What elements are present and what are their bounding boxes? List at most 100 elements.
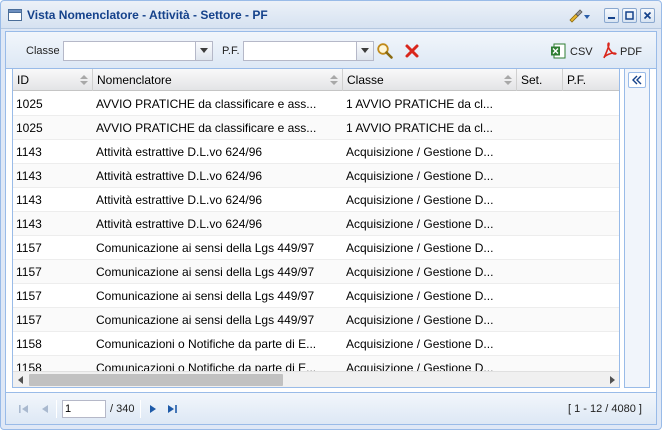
sort-icon [80, 75, 88, 85]
table-row[interactable]: 1143 Attività estrattive D.L.vo 624/96 Acq… [13, 140, 619, 164]
cell-id: 1143 [16, 193, 42, 207]
sort-icon [330, 75, 338, 85]
minimize-button[interactable] [604, 8, 619, 23]
cell-pf [563, 236, 619, 260]
cell-classe: Acquisizione / Gestione D... [346, 313, 494, 327]
cell-pf [563, 308, 619, 332]
title-bar[interactable]: Vista Nomenclatore - Attività - Settore … [1, 1, 661, 29]
table-row[interactable]: 1143 Attività estrattive D.L.vo 624/96 Acq… [13, 188, 619, 212]
cell-nomenclatore: Comunicazione ai sensi della Lgs 449/97 [96, 265, 315, 279]
cell-pf [563, 116, 619, 140]
paging-summary: [ 1 - 12 / 4080 ] [568, 403, 642, 415]
scroll-right-icon[interactable] [607, 375, 617, 385]
pf-combo[interactable] [243, 41, 374, 61]
scrollbar-thumb[interactable] [29, 374, 283, 386]
cell-id: 1158 [16, 337, 42, 351]
sort-icon [504, 75, 512, 85]
first-page-icon[interactable] [18, 403, 30, 415]
scroll-left-icon[interactable] [16, 375, 26, 385]
column-header-classe[interactable]: Classe [343, 69, 517, 91]
search-icon[interactable] [376, 42, 394, 60]
cell-nomenclatore: AVVIO PRATICHE da classificare e ass... [96, 121, 317, 135]
column-header-set[interactable]: Set. [517, 69, 563, 91]
brush-tool-icon[interactable] [567, 7, 591, 24]
cell-classe: Acquisizione / Gestione D... [346, 217, 494, 231]
previous-page-icon[interactable] [39, 403, 51, 415]
cell-classe: Acquisizione / Gestione D... [346, 241, 494, 255]
collapsed-side-panel [624, 68, 650, 388]
cell-classe: 1 AVVIO PRATICHE da cl... [346, 97, 493, 111]
last-page-icon[interactable] [166, 403, 178, 415]
excel-icon[interactable] [550, 43, 566, 59]
cell-set [517, 236, 563, 260]
close-icon [643, 11, 652, 20]
maximize-button[interactable] [622, 8, 637, 23]
cell-set [517, 332, 563, 356]
window: Vista Nomenclatore - Attività - Settore … [0, 0, 662, 430]
cell-set [517, 92, 563, 116]
cell-id: 1157 [16, 265, 42, 279]
table-row[interactable]: 1157 Comunicazione ai sensi della Lgs 449… [13, 308, 619, 332]
cell-set [517, 164, 563, 188]
cell-pf [563, 164, 619, 188]
pf-dropdown-trigger[interactable] [356, 42, 373, 60]
cell-nomenclatore: Comunicazioni o Notifiche da parte di E.… [96, 337, 317, 351]
cell-nomenclatore: Attività estrattive D.L.vo 624/96 [96, 193, 263, 207]
next-page-icon[interactable] [147, 403, 159, 415]
page-number-input[interactable] [62, 400, 106, 418]
pdf-icon[interactable] [601, 42, 617, 60]
nomenclatore-grid: ID Nomenclatore Classe Set. P.F. 1025 AV… [12, 68, 620, 388]
cell-pf [563, 140, 619, 164]
filter-toolbar: Classe P.F. CSV PDF [6, 32, 656, 69]
table-row[interactable]: 1025 AVVIO PRATICHE da classificare e ass… [13, 116, 619, 140]
table-row[interactable]: 1157 Comunicazione ai sensi della Lgs 449… [13, 236, 619, 260]
horizontal-scrollbar[interactable] [13, 371, 619, 387]
double-chevron-left-icon [632, 75, 642, 85]
pf-label: P.F. [222, 45, 240, 57]
cell-nomenclatore: Attività estrattive D.L.vo 624/96 [96, 169, 263, 183]
column-header-nomenclatore[interactable]: Nomenclatore [93, 69, 343, 91]
cell-id: 1143 [16, 145, 42, 159]
column-header-id[interactable]: ID [13, 69, 93, 91]
cell-nomenclatore: Attività estrattive D.L.vo 624/96 [96, 217, 263, 231]
total-pages: / 340 [110, 403, 135, 415]
cell-id: 1143 [16, 169, 42, 183]
window-body: Classe P.F. CSV PDF ID Nomenclatore Clas… [5, 31, 657, 425]
classe-label: Classe [26, 45, 60, 57]
cell-set [517, 260, 563, 284]
classe-dropdown-trigger[interactable] [195, 42, 212, 60]
cell-pf [563, 212, 619, 236]
cell-nomenclatore: Attività estrattive D.L.vo 624/96 [96, 145, 263, 159]
cell-set [517, 284, 563, 308]
cell-id: 1143 [16, 217, 42, 231]
cell-classe: Acquisizione / Gestione D... [346, 337, 494, 351]
table-row[interactable]: 1025 AVVIO PRATICHE da classificare e ass… [13, 92, 619, 116]
toolbar-separator [56, 400, 57, 418]
pf-input[interactable] [244, 42, 373, 60]
table-row[interactable]: 1157 Comunicazione ai sensi della Lgs 449… [13, 284, 619, 308]
table-row[interactable]: 1158 Comunicazioni o Notifiche da parte d… [13, 332, 619, 356]
close-button[interactable] [640, 8, 655, 23]
cell-set [517, 116, 563, 140]
table-row[interactable]: 1157 Comunicazione ai sensi della Lgs 449… [13, 260, 619, 284]
classe-input[interactable] [64, 42, 212, 60]
clear-x-icon[interactable] [403, 42, 421, 60]
table-row[interactable]: 1143 Attività estrattive D.L.vo 624/96 Acq… [13, 164, 619, 188]
cell-classe: Acquisizione / Gestione D... [346, 265, 494, 279]
classe-combo[interactable] [63, 41, 213, 61]
cell-classe: 1 AVVIO PRATICHE da cl... [346, 121, 493, 135]
table-row[interactable]: 1143 Attività estrattive D.L.vo 624/96 Acq… [13, 212, 619, 236]
cell-nomenclatore: Comunicazione ai sensi della Lgs 449/97 [96, 289, 315, 303]
cell-classe: Acquisizione / Gestione D... [346, 289, 494, 303]
cell-pf [563, 260, 619, 284]
column-header-pf[interactable]: P.F. [563, 69, 619, 91]
cell-classe: Acquisizione / Gestione D... [346, 193, 494, 207]
expand-panel-button[interactable] [628, 72, 646, 88]
window-title: Vista Nomenclatore - Attività - Settore … [27, 8, 268, 22]
cell-pf [563, 284, 619, 308]
paging-toolbar: / 340 [ 1 - 12 / 4080 ] [6, 392, 656, 424]
pdf-label[interactable]: PDF [620, 46, 642, 58]
cell-set [517, 212, 563, 236]
maximize-icon [625, 11, 634, 20]
csv-label[interactable]: CSV [570, 46, 593, 58]
